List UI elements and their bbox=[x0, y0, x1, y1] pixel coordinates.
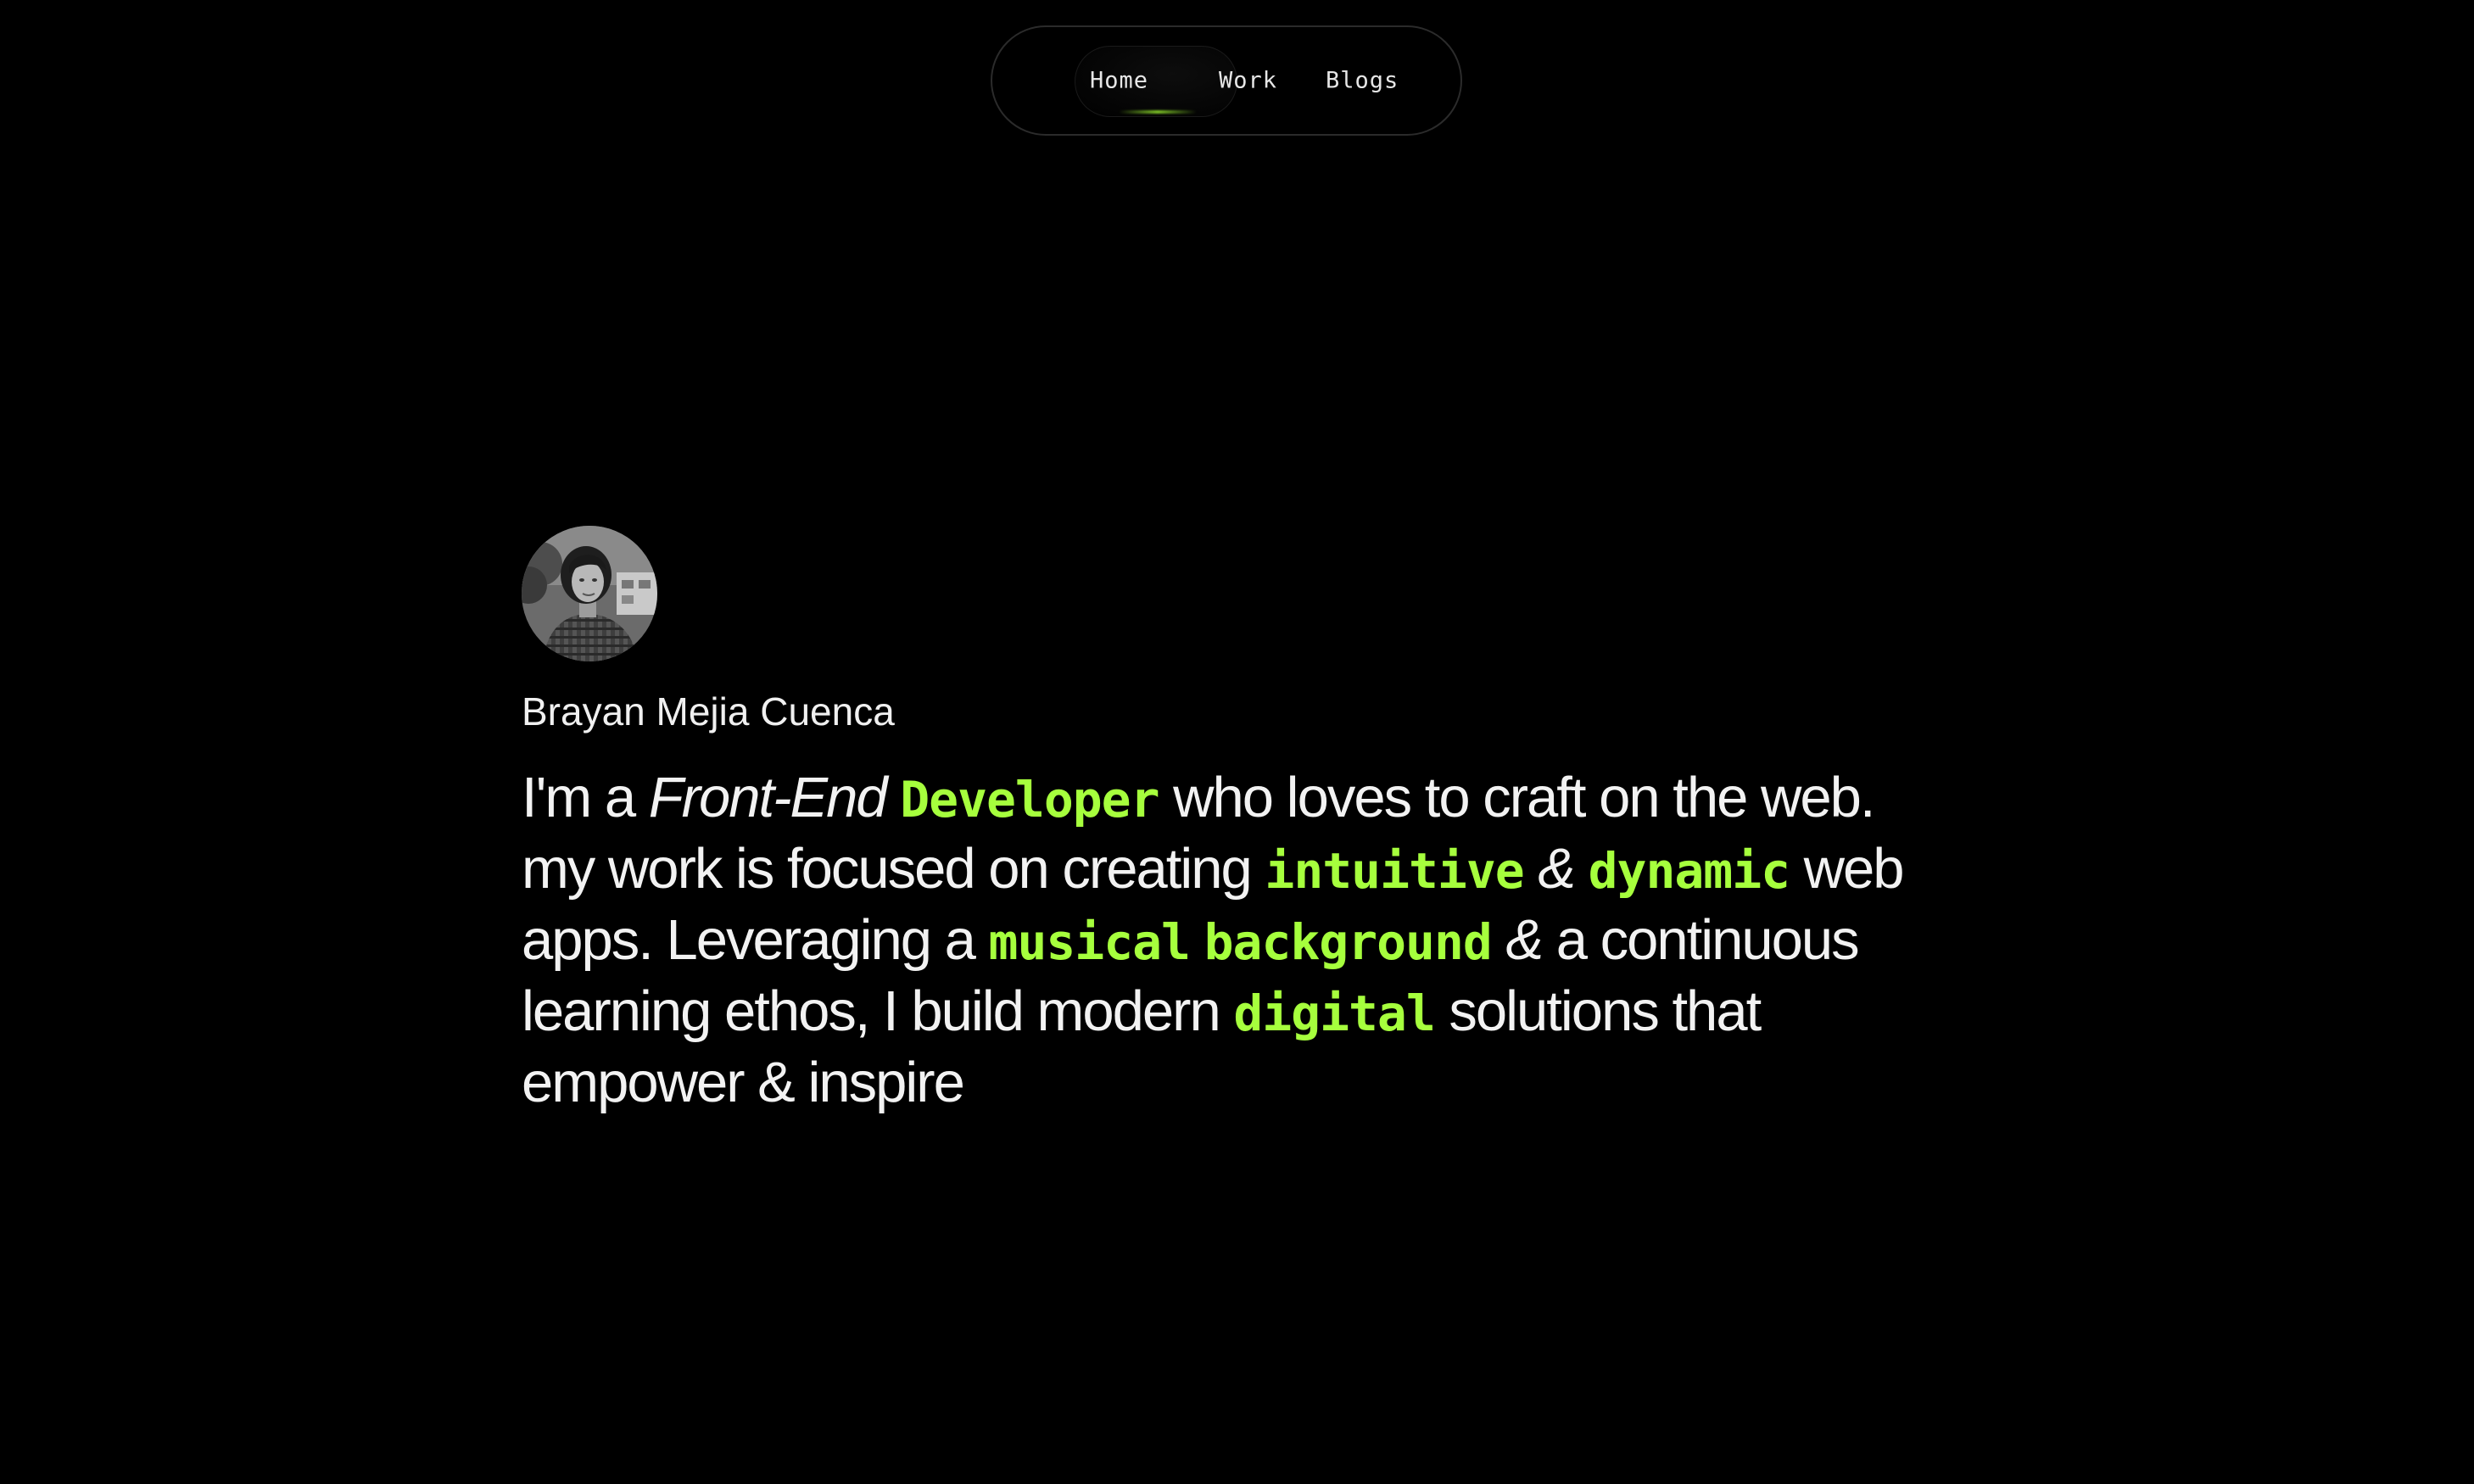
bio-text: learning ethos, I build modern bbox=[522, 979, 1234, 1043]
bio-text: solutions that bbox=[1449, 979, 1762, 1043]
bio-text: apps. Leveraging a bbox=[522, 908, 989, 972]
bio-text: my work is focused on creating bbox=[522, 837, 1265, 901]
profile-avatar bbox=[522, 526, 657, 661]
bio-line-3: apps. Leveraging a musical background & … bbox=[522, 908, 1860, 972]
nav-link-home[interactable]: Home bbox=[1090, 68, 1148, 94]
bio-highlight-musical: musical bbox=[988, 913, 1191, 971]
bio-paragraph: I'm a Front-End Developer who loves to c… bbox=[522, 763, 1946, 1117]
nav-active-glow bbox=[1119, 110, 1197, 114]
bio-highlight-background: background bbox=[1203, 913, 1493, 971]
bio-highlight-intuitive: intuitive bbox=[1265, 842, 1524, 900]
nav-link-blogs[interactable]: Blogs bbox=[1326, 68, 1399, 94]
bio-text: who loves to craft on the web. bbox=[1173, 766, 1875, 829]
bio-text: empower & inspire bbox=[522, 1051, 965, 1114]
nav-link-work[interactable]: Work bbox=[1219, 68, 1277, 94]
avatar-portrait-image bbox=[522, 526, 657, 661]
bio-italic-ampersand: & bbox=[1523, 837, 1589, 901]
bio-text: a continuous bbox=[1555, 908, 1860, 972]
bio-text: web bbox=[1790, 837, 1905, 901]
bio-line-4: learning ethos, I build modern digital s… bbox=[522, 979, 1762, 1043]
top-navigation: Home Work Blogs bbox=[991, 25, 1462, 136]
bio-line-1: I'm a Front-End Developer who loves to c… bbox=[522, 766, 1876, 829]
bio-text: I'm a bbox=[522, 766, 649, 829]
bio-highlight-digital: digital bbox=[1233, 985, 1435, 1042]
bio-line-5: empower & inspire bbox=[522, 1051, 965, 1114]
profile-name: Brayan Mejia Cuenca bbox=[522, 689, 895, 734]
bio-line-2: my work is focused on creating intuitive… bbox=[522, 837, 1905, 901]
bio-italic-ampersand: & bbox=[1491, 908, 1556, 972]
bio-highlight-developer: Developer bbox=[900, 771, 1159, 828]
bio-italic-front-end: Front-End bbox=[648, 766, 888, 829]
bio-highlight-dynamic: dynamic bbox=[1588, 842, 1790, 900]
